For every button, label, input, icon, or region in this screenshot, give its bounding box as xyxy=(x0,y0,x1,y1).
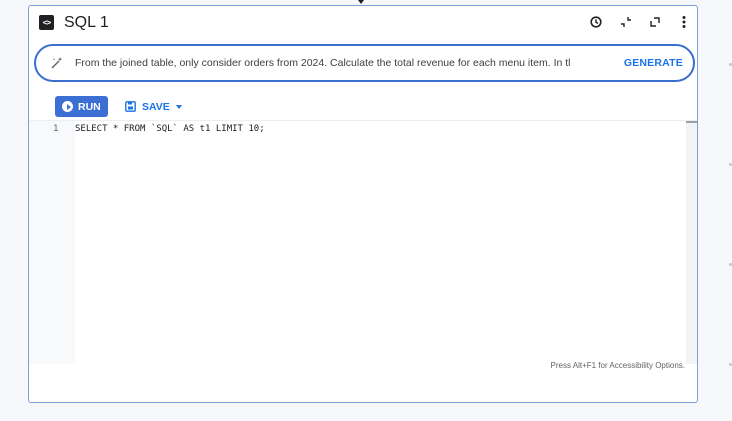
line-number-gutter: 1 xyxy=(29,121,75,364)
scrollbar-marker xyxy=(686,121,697,123)
code-editor[interactable]: 1 SELECT * FROM `SQL` AS t1 LIMIT 10; xyxy=(29,120,697,364)
collapse-icon[interactable] xyxy=(618,14,634,30)
generate-button[interactable]: GENERATE xyxy=(624,57,683,69)
code-brackets-icon: <> xyxy=(39,15,54,30)
save-icon xyxy=(125,101,136,112)
accessibility-hint: Press Alt+F1 for Accessibility Options. xyxy=(550,361,686,370)
editor-scrollbar[interactable] xyxy=(686,121,697,364)
wand-icon xyxy=(50,56,64,70)
chevron-down-icon[interactable] xyxy=(175,104,182,109)
ai-prompt-box[interactable]: From the joined table, only consider ord… xyxy=(34,44,695,82)
save-label: SAVE xyxy=(142,100,170,113)
play-icon xyxy=(62,101,73,112)
query-title: SQL 1 xyxy=(64,14,109,31)
window-caret xyxy=(358,0,364,4)
line-number: 1 xyxy=(53,124,59,134)
editor-header: <> SQL 1 xyxy=(29,6,697,40)
history-clock-icon[interactable] xyxy=(588,14,604,30)
sql-editor-panel: <> SQL 1 From the joined table, only con… xyxy=(28,5,698,403)
more-vert-icon[interactable] xyxy=(676,14,692,30)
code-line[interactable]: SELECT * FROM `SQL` AS t1 LIMIT 10; xyxy=(75,124,265,134)
save-button[interactable]: SAVE xyxy=(125,96,182,117)
run-button[interactable]: RUN xyxy=(55,96,108,117)
prompt-input[interactable]: From the joined table, only consider ord… xyxy=(75,57,595,69)
code-area[interactable]: SELECT * FROM `SQL` AS t1 LIMIT 10; xyxy=(75,121,686,364)
expand-icon[interactable] xyxy=(647,14,663,30)
run-label: RUN xyxy=(78,100,101,113)
